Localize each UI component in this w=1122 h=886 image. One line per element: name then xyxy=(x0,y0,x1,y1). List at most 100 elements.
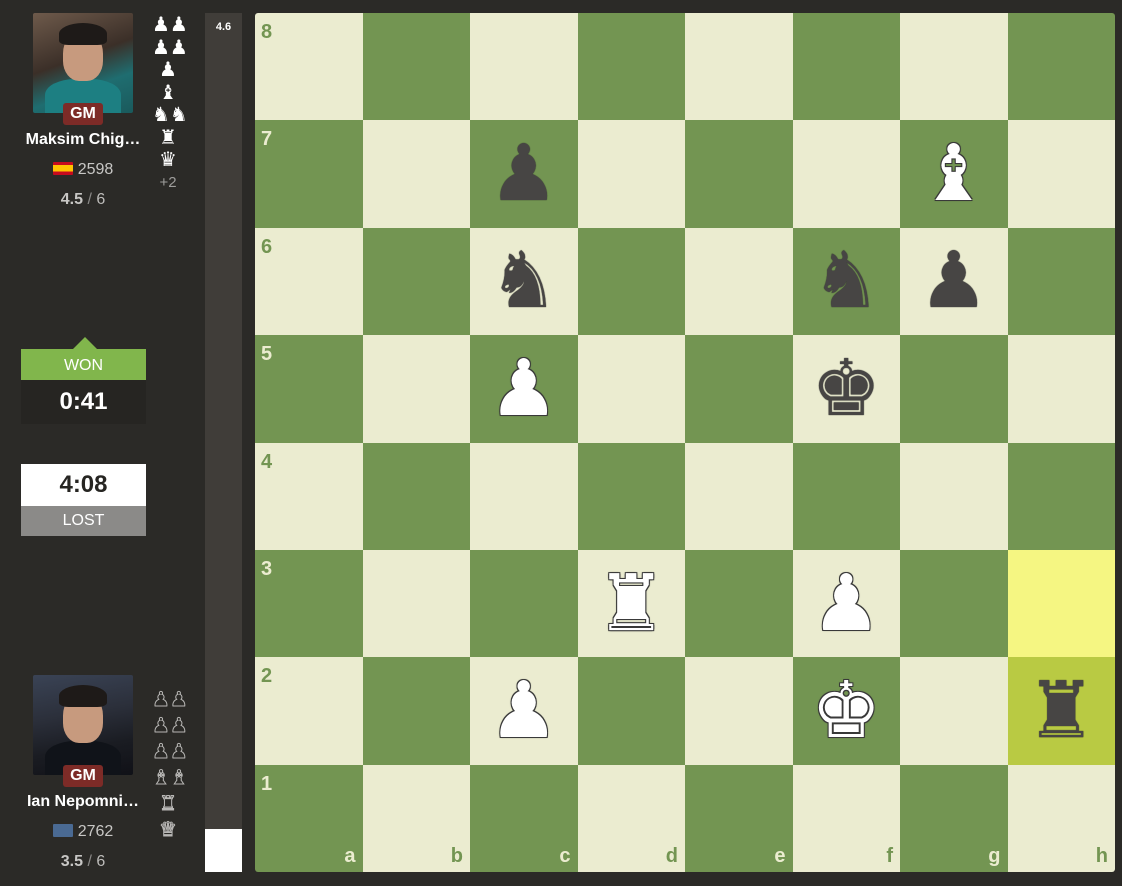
square-g4[interactable] xyxy=(900,442,1008,550)
square-b3[interactable] xyxy=(362,549,470,658)
square-b8[interactable] xyxy=(362,13,470,121)
square-c7[interactable]: ♟ xyxy=(470,120,578,228)
square-c6[interactable]: ♞ xyxy=(470,227,578,336)
player-score: 3.5 / 6 xyxy=(60,853,106,870)
score-total: 6 xyxy=(96,853,106,870)
rank-label: 3 xyxy=(261,557,273,580)
square-f8[interactable] xyxy=(792,13,900,121)
square-h1[interactable]: h xyxy=(1007,764,1115,872)
square-b7[interactable] xyxy=(362,120,470,228)
black-knight-icon[interactable]: ♞ xyxy=(793,228,901,335)
square-b6[interactable] xyxy=(362,227,470,336)
square-c8[interactable] xyxy=(470,13,578,121)
square-b5[interactable] xyxy=(362,335,470,443)
white-pawn-icon[interactable]: ♟ xyxy=(793,550,901,657)
captured-pawns-icon: ♟♟ xyxy=(152,12,188,36)
captured-rook-icon: ♜ xyxy=(159,791,178,816)
square-c4[interactable] xyxy=(470,442,578,550)
white-pawn-icon[interactable]: ♟ xyxy=(470,335,578,442)
square-h8[interactable] xyxy=(1007,13,1115,121)
square-g8[interactable] xyxy=(900,13,1008,121)
square-a7[interactable]: 7 xyxy=(255,120,363,228)
square-a4[interactable]: 4 xyxy=(255,442,363,550)
square-a2[interactable]: 2 xyxy=(255,657,363,765)
square-e5[interactable] xyxy=(685,335,793,443)
square-c5[interactable]: ♟ xyxy=(470,335,578,443)
square-f3[interactable]: ♟ xyxy=(792,549,901,658)
eval-white-fill xyxy=(205,829,242,872)
black-pawn-icon[interactable]: ♟ xyxy=(900,228,1008,335)
title-badge: GM xyxy=(63,103,103,125)
black-knight-icon[interactable]: ♞ xyxy=(470,228,578,335)
square-a6[interactable]: 6 xyxy=(255,227,363,336)
square-f6[interactable]: ♞ xyxy=(792,227,901,336)
square-d8[interactable] xyxy=(577,13,685,121)
bottom-captured-pieces: ♟♟ ♟♟ ♟♟ ♝♝ ♜ ♛ xyxy=(152,686,189,842)
square-f4[interactable] xyxy=(792,442,900,550)
square-e8[interactable] xyxy=(685,13,793,121)
square-d7[interactable] xyxy=(577,120,685,228)
square-c3[interactable] xyxy=(470,549,578,658)
square-g6[interactable]: ♟ xyxy=(900,227,1008,336)
square-d1[interactable]: d xyxy=(577,764,685,872)
square-e2[interactable] xyxy=(685,657,793,765)
white-rook-icon[interactable]: ♜ xyxy=(578,550,686,657)
square-e4[interactable] xyxy=(685,442,793,550)
top-clock-time: 0:41 xyxy=(21,380,146,424)
spain-flag-icon xyxy=(52,162,73,175)
square-a3[interactable]: 3 xyxy=(255,549,363,658)
square-f5[interactable]: ♚ xyxy=(792,335,901,443)
captured-pawns-icon: ♟♟ xyxy=(152,739,189,764)
square-h4[interactable] xyxy=(1007,442,1115,550)
square-b2[interactable] xyxy=(362,657,470,765)
square-g7[interactable]: ♝ xyxy=(900,120,1008,228)
score-points: 4.5 xyxy=(60,191,83,208)
white-pawn-icon[interactable]: ♟ xyxy=(470,657,578,764)
square-g2[interactable] xyxy=(900,657,1008,765)
square-h2[interactable]: ♜ xyxy=(1007,657,1116,765)
square-d6[interactable] xyxy=(577,227,685,336)
square-b4[interactable] xyxy=(362,442,470,550)
player-name[interactable]: Maksim Chig… xyxy=(0,131,166,149)
square-d3[interactable]: ♜ xyxy=(577,549,686,658)
pointer-icon xyxy=(73,337,97,349)
square-e1[interactable]: e xyxy=(685,764,793,872)
square-g1[interactable]: g xyxy=(900,764,1008,872)
player-name[interactable]: Ian Nepomni… xyxy=(0,793,166,811)
square-h3[interactable] xyxy=(1007,549,1115,658)
square-a1[interactable]: 1a xyxy=(255,764,363,872)
player-avatar[interactable] xyxy=(33,675,133,775)
square-b1[interactable]: b xyxy=(362,764,470,872)
square-e6[interactable] xyxy=(685,227,793,336)
square-a8[interactable]: 8 xyxy=(255,13,363,121)
square-d4[interactable] xyxy=(577,442,685,550)
white-bishop-icon[interactable]: ♝ xyxy=(900,120,1008,227)
square-h7[interactable] xyxy=(1007,120,1115,228)
captured-queen-icon: ♛ xyxy=(159,147,177,171)
black-pawn-icon[interactable]: ♟ xyxy=(470,120,578,227)
square-f7[interactable] xyxy=(792,120,900,228)
square-f2[interactable]: ♚ xyxy=(792,657,901,765)
rating-value: 2762 xyxy=(77,823,114,840)
chess-board[interactable]: 8 7 ♟ ♝ 6 ♞ ♞ ♟ 5 ♟ ♚ 4 3 ♜ ♟ 2 ♟ ♚ ♜ 1 a b c d e f g h xyxy=(255,13,1115,872)
square-c2[interactable]: ♟ xyxy=(470,657,578,765)
player-rating: 2762 xyxy=(0,823,166,841)
square-g5[interactable] xyxy=(900,335,1008,443)
square-g3[interactable] xyxy=(900,549,1008,658)
square-e3[interactable] xyxy=(685,549,793,658)
square-e7[interactable] xyxy=(685,120,793,228)
square-d5[interactable] xyxy=(577,335,685,443)
player-avatar[interactable] xyxy=(33,13,133,113)
black-king-icon[interactable]: ♚ xyxy=(793,335,901,442)
square-h6[interactable] xyxy=(1007,227,1115,336)
captured-pawns-icon: ♟♟ xyxy=(152,713,189,738)
evaluation-bar[interactable]: 4.6 xyxy=(205,13,242,872)
white-king-icon[interactable]: ♚ xyxy=(793,657,901,764)
black-rook-icon[interactable]: ♜ xyxy=(1008,657,1116,764)
square-h5[interactable] xyxy=(1007,335,1115,443)
square-f1[interactable]: f xyxy=(792,764,900,872)
square-d2[interactable] xyxy=(577,657,685,765)
captured-pawns-icon: ♟♟ xyxy=(152,34,188,59)
square-c1[interactable]: c xyxy=(470,764,578,872)
square-a5[interactable]: 5 xyxy=(255,335,363,443)
